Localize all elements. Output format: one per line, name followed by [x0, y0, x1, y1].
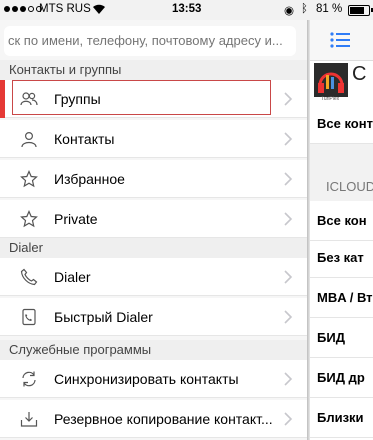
battery-percent: 81 %: [316, 3, 343, 15]
backup-icon: [20, 412, 38, 427]
list-gap: [310, 144, 373, 173]
sidebar-item-label: Private: [54, 211, 98, 227]
sidebar: Контакты и группы Группы Контакты Избран…: [0, 20, 307, 440]
sync-icon: [22, 371, 36, 387]
ad-banner[interactable]: C TuriPlex: [313, 61, 373, 103]
quick-dialer-icon: [22, 308, 36, 326]
person-icon: [21, 131, 37, 148]
clock: 13:53: [172, 3, 202, 15]
group-item[interactable]: БИД: [310, 318, 373, 358]
battery-icon: [348, 5, 373, 16]
group-item[interactable]: Без кат: [310, 238, 373, 278]
ad-title: C: [352, 63, 367, 85]
signal-strength-icon: [4, 6, 42, 12]
main-panel: C TuriPlex Все конт ICLOUD Все кон Без к…: [310, 20, 373, 440]
all-contacts-item[interactable]: Все конт: [310, 104, 373, 144]
list-menu-icon[interactable]: [330, 32, 350, 48]
wifi-icon: [93, 4, 105, 14]
sidebar-item-label: Контакты: [54, 131, 115, 147]
group-item[interactable]: MBA / Вт: [310, 278, 373, 318]
carrier-name: MTS RUS: [39, 3, 91, 15]
group-section-header: ICLOUD: [310, 173, 373, 201]
group-item[interactable]: Близки: [310, 398, 373, 438]
group-item[interactable]: Все кон: [310, 201, 373, 241]
sidebar-item-groups[interactable]: Группы: [0, 80, 307, 118]
highlight-box: [12, 80, 271, 115]
sidebar-item-sync-contacts[interactable]: Синхронизировать контакты: [0, 360, 307, 398]
chevron-right-icon: [284, 132, 293, 146]
section-header-contacts: Контакты и группы: [0, 60, 307, 80]
chevron-right-icon: [284, 310, 293, 324]
sidebar-item-label: Группы: [54, 91, 101, 107]
group-icon: [20, 92, 38, 106]
chevron-right-icon: [284, 172, 293, 186]
headphones-ad-image: [314, 63, 348, 97]
search-input[interactable]: [4, 26, 296, 56]
star-icon: [20, 210, 38, 228]
sidebar-item-private[interactable]: Private: [0, 200, 307, 238]
sidebar-item-quick-dialer[interactable]: Быстрый Dialer: [0, 298, 307, 336]
star-icon: [20, 170, 38, 188]
sidebar-item-label: Dialer: [54, 269, 91, 285]
sidebar-item-label: Избранное: [54, 171, 125, 187]
phone-icon: [20, 268, 38, 286]
status-bar: MTS RUS 13:53 ◉ ᛒ 81 %: [0, 0, 373, 20]
sidebar-item-contacts[interactable]: Контакты: [0, 120, 307, 158]
sidebar-item-label: Резервное копирование контакт...: [54, 411, 273, 427]
sidebar-item-dialer[interactable]: Dialer: [0, 258, 307, 296]
sidebar-item-backup-contacts[interactable]: Резервное копирование контакт...: [0, 400, 307, 438]
chevron-right-icon: [284, 270, 293, 284]
sidebar-item-label: Быстрый Dialer: [54, 309, 153, 325]
bluetooth-icon: ᛒ: [301, 3, 308, 15]
nav-bar: [310, 20, 373, 61]
group-item[interactable]: БИД др: [310, 358, 373, 398]
chevron-right-icon: [284, 212, 293, 226]
sidebar-item-label: Синхронизировать контакты: [54, 371, 239, 387]
chevron-right-icon: [284, 372, 293, 386]
sidebar-item-favorites[interactable]: Избранное: [0, 160, 307, 198]
rotation-lock-icon: ◉: [284, 5, 295, 17]
ad-brand: TuriPlex: [321, 96, 340, 102]
chevron-right-icon: [284, 412, 293, 426]
chevron-right-icon: [284, 92, 293, 106]
section-header-utilities: Служебные программы: [0, 340, 307, 360]
selection-marker: [0, 80, 5, 118]
section-header-dialer: Dialer: [0, 238, 307, 258]
